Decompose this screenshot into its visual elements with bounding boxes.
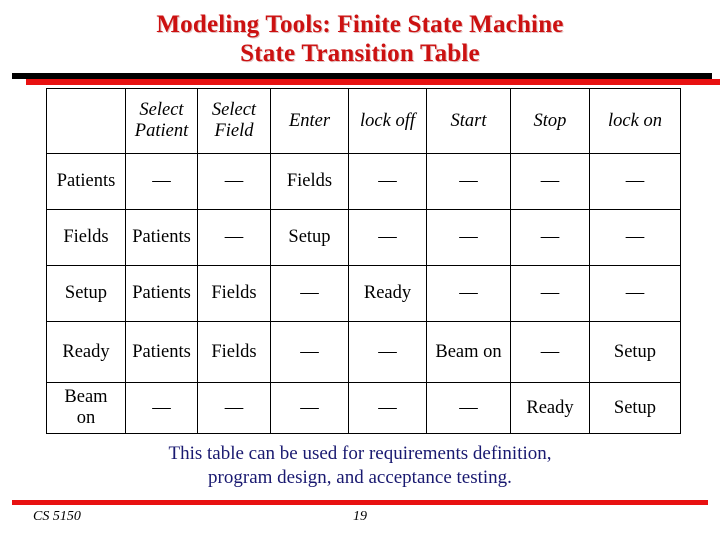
- column-header-select-field: Select Field: [197, 88, 271, 154]
- cell-setup-enter: —: [270, 265, 349, 322]
- cell-fields-enter: Setup: [270, 209, 349, 266]
- page-title: Modeling Tools: Finite State Machine Sta…: [0, 10, 720, 68]
- row-state-setup: Setup: [46, 265, 126, 322]
- column-header-stop: Stop: [510, 88, 590, 154]
- footer-page-number: 19: [353, 509, 367, 524]
- cell-patients-enter: Fields: [270, 153, 349, 210]
- column-header-start: Start: [426, 88, 511, 154]
- column-header-line-2: Patient: [134, 121, 189, 141]
- row-state-line-1: Beam: [64, 387, 108, 407]
- cell-ready-enter: —: [270, 321, 349, 383]
- footer-rule: [12, 500, 708, 505]
- column-header-line-1: Select: [211, 100, 257, 120]
- cell-setup-select-patient: Patients: [125, 265, 198, 322]
- cell-setup-stop: —: [510, 265, 590, 322]
- title-line-1: Modeling Tools: Finite State Machine: [156, 11, 564, 38]
- column-header-select-patient: Select Patient: [125, 88, 198, 154]
- header-rule-red: [26, 79, 720, 85]
- cell-fields-lock-on: —: [589, 209, 681, 266]
- title-line-2: State Transition Table: [240, 40, 480, 67]
- cell-fields-stop: —: [510, 209, 590, 266]
- cell-setup-select-field: Fields: [197, 265, 271, 322]
- cell-patients-lock-off: —: [348, 153, 427, 210]
- table-row: Beam on — — — — — Ready Setup: [46, 382, 681, 434]
- row-state-beam-on: Beam on: [46, 382, 126, 434]
- caption-line-1: This table can be used for requirements …: [168, 443, 552, 464]
- cell-ready-start: Beam on: [426, 321, 511, 383]
- column-header-enter: Enter: [270, 88, 349, 154]
- cell-ready-select-field: Fields: [197, 321, 271, 383]
- row-state-ready: Ready: [46, 321, 126, 383]
- caption: This table can be used for requirements …: [0, 442, 720, 490]
- cell-ready-lock-off: —: [348, 321, 427, 383]
- state-transition-table: Select Patient Select Field Enter lock o…: [46, 88, 681, 434]
- row-state-patients: Patients: [46, 153, 126, 210]
- column-header-line-2: Field: [214, 121, 254, 141]
- row-state-line-2: on: [76, 408, 96, 428]
- cell-fields-start: —: [426, 209, 511, 266]
- cell-beam-on-select-field: —: [197, 382, 271, 434]
- cell-setup-lock-on: —: [589, 265, 681, 322]
- cell-ready-stop: —: [510, 321, 590, 383]
- cell-setup-lock-off: Ready: [348, 265, 427, 322]
- cell-patients-lock-on: —: [589, 153, 681, 210]
- table-row: Ready Patients Fields — — Beam on — Setu…: [46, 321, 681, 383]
- cell-patients-start: —: [426, 153, 511, 210]
- cell-ready-lock-on: Setup: [589, 321, 681, 383]
- table-row: Setup Patients Fields — Ready — — —: [46, 265, 681, 322]
- stub-header-cell: [46, 88, 126, 154]
- column-header-line-1: Select: [139, 100, 184, 120]
- table-header-row: Select Patient Select Field Enter lock o…: [46, 88, 681, 154]
- column-header-lock-off: lock off: [348, 88, 427, 154]
- cell-beam-on-stop: Ready: [510, 382, 590, 434]
- cell-patients-select-patient: —: [125, 153, 198, 210]
- cell-beam-on-select-patient: —: [125, 382, 198, 434]
- cell-ready-select-patient: Patients: [125, 321, 198, 383]
- column-header-lock-on: lock on: [589, 88, 681, 154]
- table-row: Fields Patients — Setup — — — —: [46, 209, 681, 266]
- row-state-fields: Fields: [46, 209, 126, 266]
- cell-patients-select-field: —: [197, 153, 271, 210]
- cell-beam-on-enter: —: [270, 382, 349, 434]
- cell-patients-stop: —: [510, 153, 590, 210]
- cell-fields-select-patient: Patients: [125, 209, 198, 266]
- cell-fields-lock-off: —: [348, 209, 427, 266]
- cell-setup-start: —: [426, 265, 511, 322]
- cell-beam-on-lock-on: Setup: [589, 382, 681, 434]
- cell-beam-on-lock-off: —: [348, 382, 427, 434]
- cell-fields-select-field: —: [197, 209, 271, 266]
- cell-beam-on-start: —: [426, 382, 511, 434]
- caption-line-2: program design, and acceptance testing.: [208, 467, 512, 488]
- table-row: Patients — — Fields — — — —: [46, 153, 681, 210]
